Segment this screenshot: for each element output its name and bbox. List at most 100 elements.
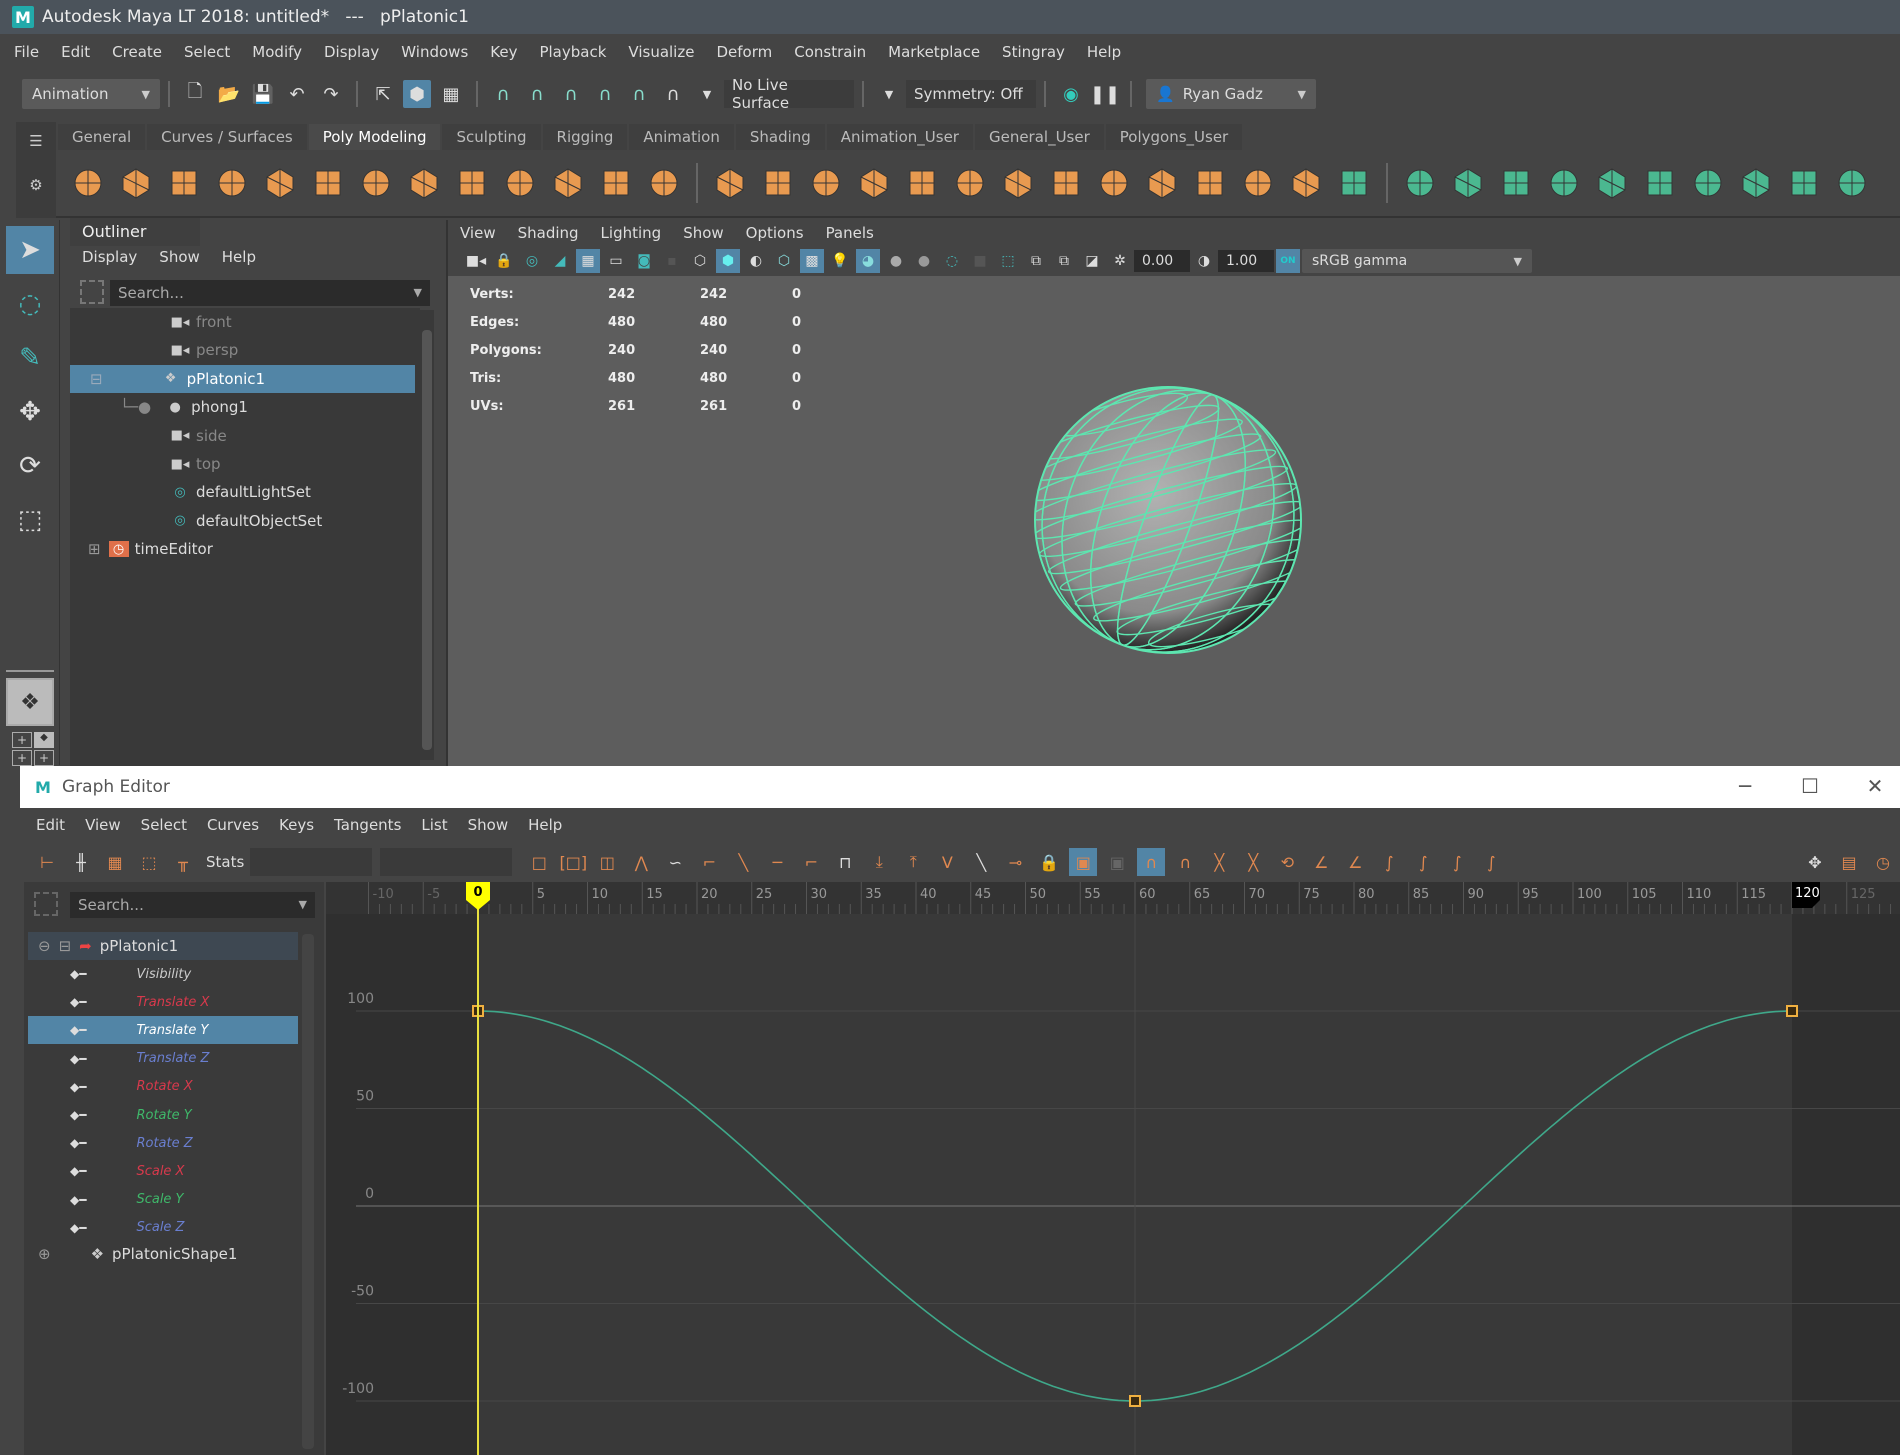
paint-select-tool-icon[interactable]: ✎ — [6, 334, 54, 382]
camera-icon[interactable]: ■◂ — [464, 249, 488, 273]
step-tangent-icon[interactable]: ⌐ — [797, 848, 825, 876]
swap-buffer-curve-icon[interactable]: ⤒ — [899, 848, 927, 876]
channel-row[interactable]: ◆━ Rotate Z — [28, 1129, 298, 1157]
normalize-icon[interactable]: ∩ — [1171, 848, 1199, 876]
insert-key-icon[interactable]: ╫ — [67, 848, 95, 876]
resolution-gate-icon[interactable]: ◙ — [632, 249, 656, 273]
shelf-tab-shading[interactable]: Shading — [735, 124, 825, 150]
open-scene-icon[interactable]: 📂 — [215, 80, 243, 108]
flat-tangent-icon[interactable]: ─ — [763, 848, 791, 876]
multi-cut-icon[interactable] — [1142, 163, 1182, 203]
select-component-icon[interactable]: ▦ — [437, 80, 465, 108]
normalize-curves-icon[interactable]: ∫ — [1409, 848, 1437, 876]
motion-blur-icon[interactable]: ● — [912, 249, 936, 273]
dope-sheet-icon[interactable]: ▤ — [1835, 848, 1863, 876]
menu-visualize[interactable]: Visualize — [628, 43, 694, 61]
graph-outliner-shape-row[interactable]: ⊕ ❖ pPlatonicShape1 — [28, 1240, 298, 1268]
save-scene-icon[interactable]: 💾 — [249, 80, 277, 108]
sphere-mesh[interactable] — [1018, 370, 1318, 670]
screen-space-ao-icon[interactable]: ● — [884, 249, 908, 273]
time-editor-icon[interactable]: ◷ — [1869, 848, 1897, 876]
select-hierarchy-icon[interactable]: ⇱ — [369, 80, 397, 108]
menu-help[interactable]: Help — [1087, 43, 1121, 61]
shelf-menu-icon[interactable]: ☰ — [16, 132, 56, 150]
render-record-icon[interactable]: ◉ — [1057, 80, 1085, 108]
graph-menu-tangents[interactable]: Tangents — [334, 816, 401, 834]
multi-cut-tool-icon[interactable] — [1400, 163, 1440, 203]
channel-row[interactable]: ◆━ Translate Z — [28, 1045, 298, 1073]
outliner-item[interactable]: ⊞ ◷ timeEditor — [70, 535, 415, 563]
bevel-icon[interactable] — [950, 163, 990, 203]
show-infinity-icon[interactable]: ∫ — [1375, 848, 1403, 876]
clamped-tangent-icon[interactable]: ⌐ — [695, 848, 723, 876]
collapse-icon[interactable]: ⊖ — [38, 937, 51, 955]
smooth-shade-icon[interactable]: ⬢ — [716, 249, 740, 273]
outliner-scrollbar[interactable] — [420, 310, 434, 760]
channel-row[interactable]: ◆━ Scale X — [28, 1157, 298, 1185]
channel-row[interactable]: ◆━ Visibility — [28, 960, 298, 988]
chevron-down-icon[interactable]: ▼ — [875, 80, 903, 108]
filter-icon[interactable] — [34, 892, 58, 916]
gate-mask-icon[interactable]: ▪ — [660, 249, 684, 273]
close-icon[interactable]: ✕ — [1860, 774, 1890, 800]
lasso-tool-icon[interactable]: ◌ — [6, 280, 54, 328]
shelf-tab-poly-modeling[interactable]: Poly Modeling — [308, 124, 441, 150]
expand-icon[interactable]: ⊕ — [38, 1245, 51, 1263]
pre-infinity-linear-icon[interactable]: ∠ — [1307, 848, 1335, 876]
auto-tangent-icon[interactable]: ⋀ — [627, 848, 655, 876]
viewport-panel[interactable]: View Shading Lighting Show Options Panels ■◂ … — [446, 220, 1900, 768]
single-view-layout-icon[interactable]: ❖ — [6, 678, 54, 726]
snap-grid-icon[interactable]: ∩ — [489, 80, 517, 108]
time-snap-icon[interactable]: ▣ — [1069, 848, 1098, 876]
combine-icon[interactable] — [644, 163, 684, 203]
freeze-transform-icon[interactable] — [596, 163, 636, 203]
poly-disc-icon[interactable] — [356, 163, 396, 203]
symmetry-field[interactable]: Symmetry: Off — [906, 80, 1036, 108]
plateau-tangent-icon[interactable]: ⊓ — [831, 848, 859, 876]
viewport-menu-show[interactable]: Show — [683, 224, 723, 242]
shelf-tab-animation-user[interactable]: Animation_User — [826, 124, 973, 150]
target-weld-icon[interactable] — [1190, 163, 1230, 203]
smooth-icon[interactable] — [854, 163, 894, 203]
tree-minus-icon[interactable]: ⊟ — [59, 937, 72, 955]
outliner-item[interactable]: └─● ● phong1 — [70, 393, 415, 421]
spherical-uv-icon[interactable] — [1640, 163, 1680, 203]
keyframe[interactable] — [1786, 1005, 1798, 1017]
graph-outliner-object-row[interactable]: ⊖ ⊟ ➦ pPlatonic1 — [28, 932, 298, 960]
poly-cylinder-icon[interactable] — [164, 163, 204, 203]
use-all-lights-icon[interactable]: 💡 — [828, 249, 852, 273]
live-surface-field[interactable]: No Live Surface — [724, 76, 854, 112]
shadows-icon[interactable]: ◕ — [856, 249, 880, 273]
layout-diamond-icon[interactable]: ◆ — [34, 732, 54, 748]
lattice-deform-icon[interactable]: ▦ — [101, 848, 129, 876]
xray-components-icon[interactable]: ◪ — [1080, 249, 1104, 273]
viewport-menu-shading[interactable]: Shading — [518, 224, 579, 242]
stats-frame-field[interactable] — [250, 848, 373, 876]
menu-marketplace[interactable]: Marketplace — [888, 43, 980, 61]
cylindrical-uv-icon[interactable] — [1592, 163, 1632, 203]
gamma-field[interactable]: 1.00 — [1218, 250, 1274, 272]
grid-icon[interactable]: ▦ — [576, 249, 600, 273]
isolate-select-icon[interactable]: ⬚ — [996, 249, 1020, 273]
mirror-icon[interactable] — [500, 163, 540, 203]
move-view-icon[interactable]: ✥ — [1801, 848, 1829, 876]
select-tool-icon[interactable]: ➤ — [6, 226, 54, 274]
shelf-tab-curves-surfaces[interactable]: Curves / Surfaces — [147, 124, 307, 150]
chevron-down-icon[interactable]: ▼ — [693, 80, 721, 108]
bridge-icon[interactable] — [998, 163, 1038, 203]
graph-menu-view[interactable]: View — [85, 816, 121, 834]
snap-curve-icon[interactable]: ∩ — [523, 80, 551, 108]
menu-select[interactable]: Select — [184, 43, 230, 61]
center-pivot-icon[interactable] — [548, 163, 588, 203]
xray-joints-icon[interactable]: ⧉ — [1052, 249, 1076, 273]
outliner-item[interactable]: ◎ defaultLightSet — [70, 478, 415, 506]
outliner-item[interactable]: ■◂ persp — [70, 336, 415, 364]
scale-tool-icon[interactable]: ⬚ — [6, 496, 54, 544]
layout-plus-icon[interactable]: + — [12, 732, 32, 748]
poly-superellipse-icon[interactable] — [452, 163, 492, 203]
cycle-with-offset-icon[interactable]: ⟲ — [1273, 848, 1301, 876]
shelf-settings-icon[interactable]: ⚙ — [16, 176, 56, 194]
menu-playback[interactable]: Playback — [539, 43, 606, 61]
menu-edit[interactable]: Edit — [61, 43, 90, 61]
poly-torus-icon[interactable] — [260, 163, 300, 203]
